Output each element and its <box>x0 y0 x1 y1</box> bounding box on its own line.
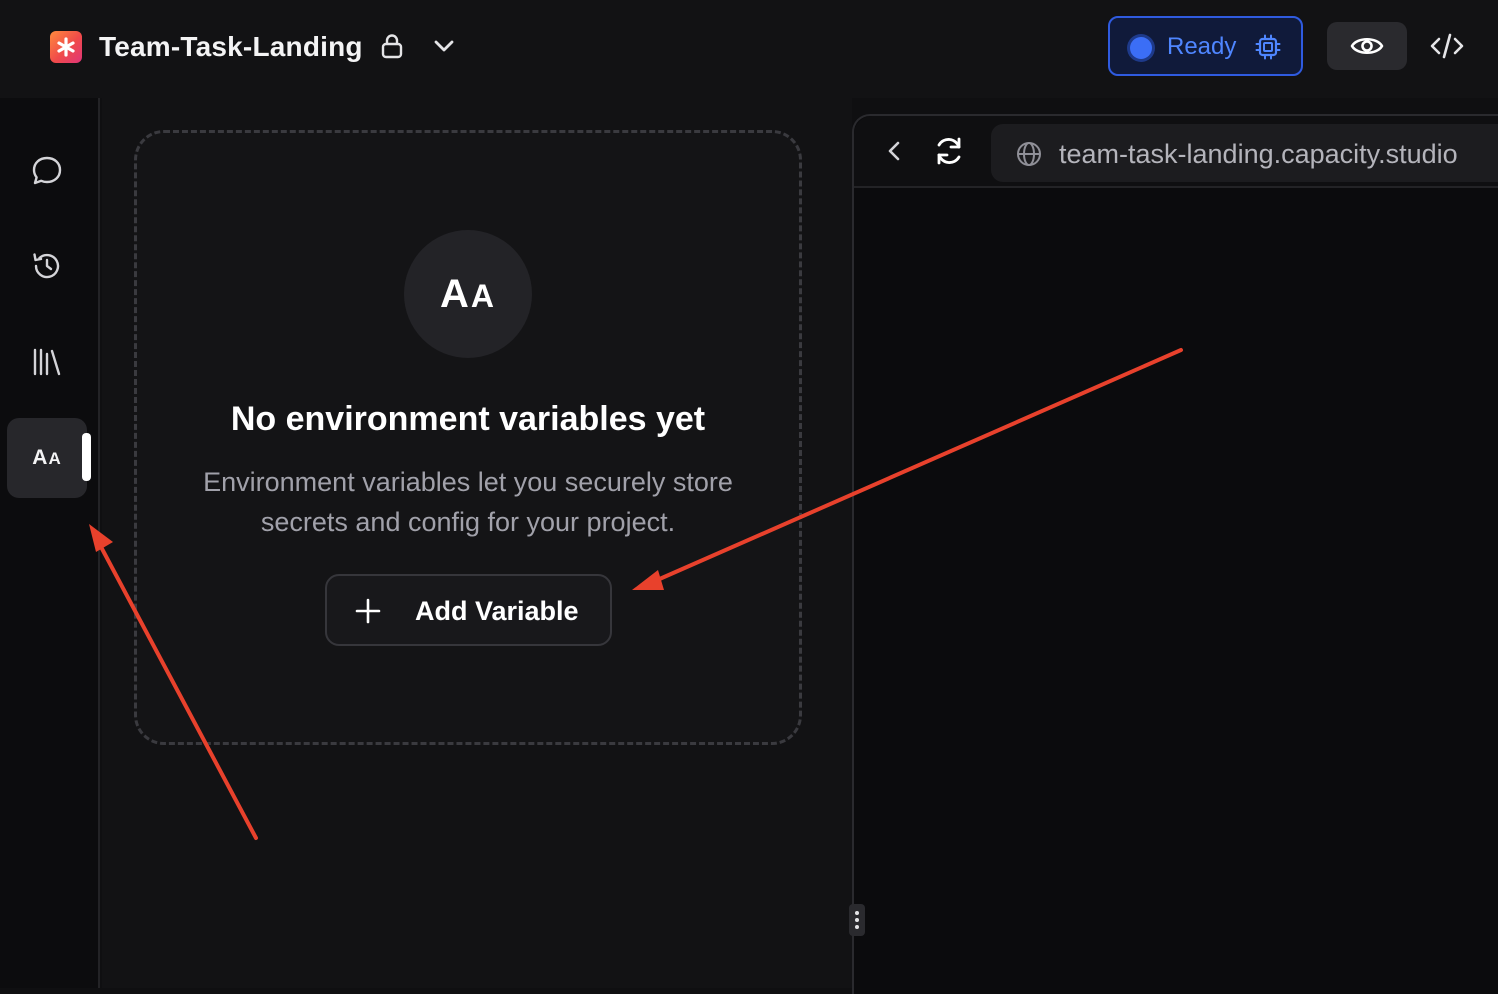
reload-icon[interactable] <box>932 134 966 168</box>
empty-state-description: Environment variables let you securely s… <box>203 467 733 537</box>
add-variable-label: Add Variable <box>415 596 579 626</box>
sidebar-item-environment-variables[interactable]: AA <box>7 418 87 498</box>
app-logo-icon[interactable] <box>50 31 82 63</box>
empty-state-title: No environment variables yet <box>230 400 706 438</box>
resize-handle[interactable] <box>849 904 865 936</box>
cpu-icon <box>1255 34 1281 60</box>
status-label: Ready <box>1167 33 1237 60</box>
add-variable-button[interactable]: Add Variable <box>325 574 612 646</box>
sidebar-item-library[interactable] <box>7 322 87 402</box>
preview-pane: team-task-landing.capacity.studio <box>852 114 1498 994</box>
lock-icon <box>381 34 403 59</box>
url-text: team-task-landing.capacity.studio <box>1059 139 1458 169</box>
preview-toolbar: team-task-landing.capacity.studio <box>854 116 1498 188</box>
eye-icon <box>1350 37 1384 55</box>
aa-icon: AA <box>440 271 496 316</box>
plus-icon <box>355 598 381 624</box>
code-icon <box>1430 33 1464 59</box>
globe-icon <box>1017 142 1041 166</box>
project-title[interactable]: Team-Task-Landing <box>99 28 363 66</box>
sidebar-item-history[interactable] <box>7 226 87 306</box>
library-icon <box>33 348 61 376</box>
status-dot <box>1130 37 1152 59</box>
chat-bubble-icon <box>32 156 62 185</box>
sidebar-item-chat[interactable] <box>7 131 87 211</box>
status-pill[interactable]: Ready <box>1108 16 1303 76</box>
chevron-down-icon[interactable] <box>430 32 458 60</box>
aa-icon: AA <box>32 446 62 469</box>
sidebar: AA <box>0 98 100 988</box>
history-icon <box>33 253 60 279</box>
empty-state-icon: AA <box>404 230 532 358</box>
url-bar[interactable]: team-task-landing.capacity.studio <box>991 124 1498 182</box>
active-indicator <box>82 433 91 481</box>
code-view-button[interactable] <box>1424 26 1470 66</box>
top-bar: Team-Task-Landing Ready <box>0 0 1498 98</box>
back-icon[interactable] <box>882 138 908 164</box>
preview-eye-button[interactable] <box>1327 22 1407 70</box>
